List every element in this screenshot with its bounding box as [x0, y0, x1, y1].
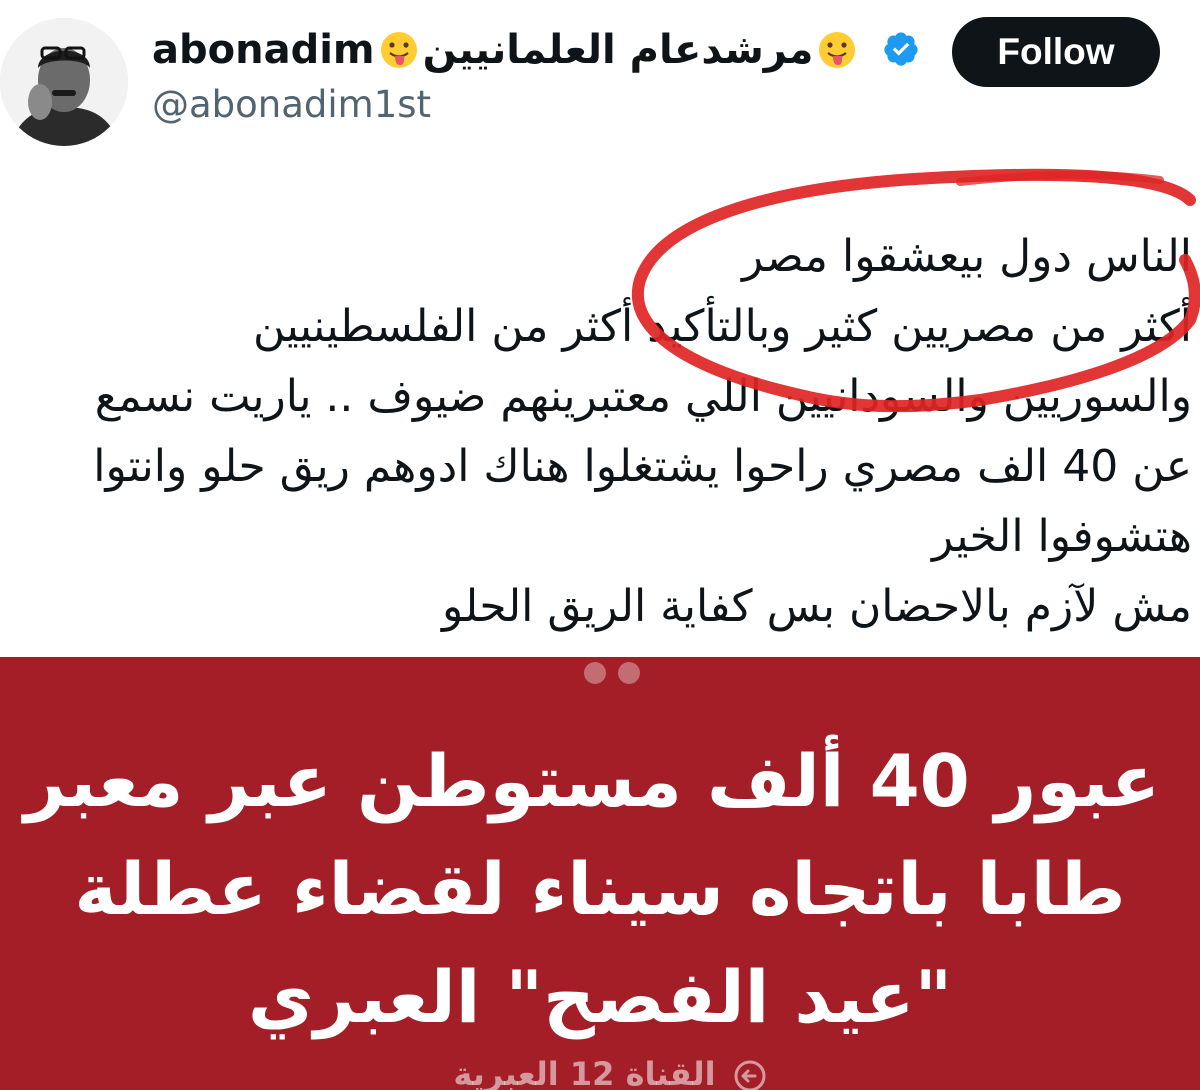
tweet-screenshot: abonadim مرشدعام العلمانيين @abonadim1st…: [0, 0, 1200, 1090]
verified-badge-icon: [884, 32, 918, 66]
tweet-line: والسوريين والسودانيين اللي معتبرينهم ضيو…: [94, 371, 1192, 422]
media-image[interactable]: عبور 40 ألف مستوطن عبر معبر طابا باتجاه …: [0, 657, 1200, 1090]
tweet-line: أكثر من مصريين كثير وبالتأكيد أكثر من ال…: [253, 301, 1192, 352]
display-name[interactable]: abonadim مرشدعام العلمانيين: [152, 22, 861, 78]
follow-button[interactable]: Follow: [952, 17, 1160, 87]
avatar-photo: [0, 18, 128, 146]
carousel-dot: [618, 662, 640, 684]
user-handle[interactable]: @abonadim1st: [152, 80, 431, 130]
headline-line: "عيد الفصح" العبري: [247, 955, 953, 1039]
carousel-dots: [584, 662, 640, 684]
tongue-face-emoji-icon: [380, 32, 417, 68]
avatar[interactable]: [0, 18, 128, 146]
display-name-latin: abonadim: [152, 27, 375, 73]
tweet-line: الناس دول بيعشقوا مصر: [741, 231, 1192, 282]
tweet-line: هتشوفوا الخير: [931, 511, 1192, 562]
carousel-dot: [584, 662, 606, 684]
arrow-circle-icon: [734, 1060, 766, 1090]
display-name-arabic: مرشدعام العلمانيين: [422, 27, 814, 73]
media-headline: عبور 40 ألف مستوطن عبر معبر طابا باتجاه …: [24, 727, 1160, 1051]
tweet-line: مش لآزم بالاحضان بس كفاية الريق الحلو: [442, 581, 1192, 632]
tongue-face-emoji-icon-2: [819, 32, 856, 68]
media-source: القناة 12 العبرية: [440, 1055, 780, 1090]
media-source-label: القناة 12 العبرية: [453, 1055, 716, 1090]
headline-line: طابا باتجاه سيناء لقضاء عطلة: [74, 847, 1126, 931]
tweet-text: الناس دول بيعشقوا مصر أكثر من مصريين كثي…: [2, 222, 1192, 642]
tweet-line: عن 40 الف مصري راحوا يشتغلوا هناك ادوهم …: [93, 441, 1192, 492]
headline-line: عبور 40 ألف مستوطن عبر معبر: [24, 739, 1160, 823]
